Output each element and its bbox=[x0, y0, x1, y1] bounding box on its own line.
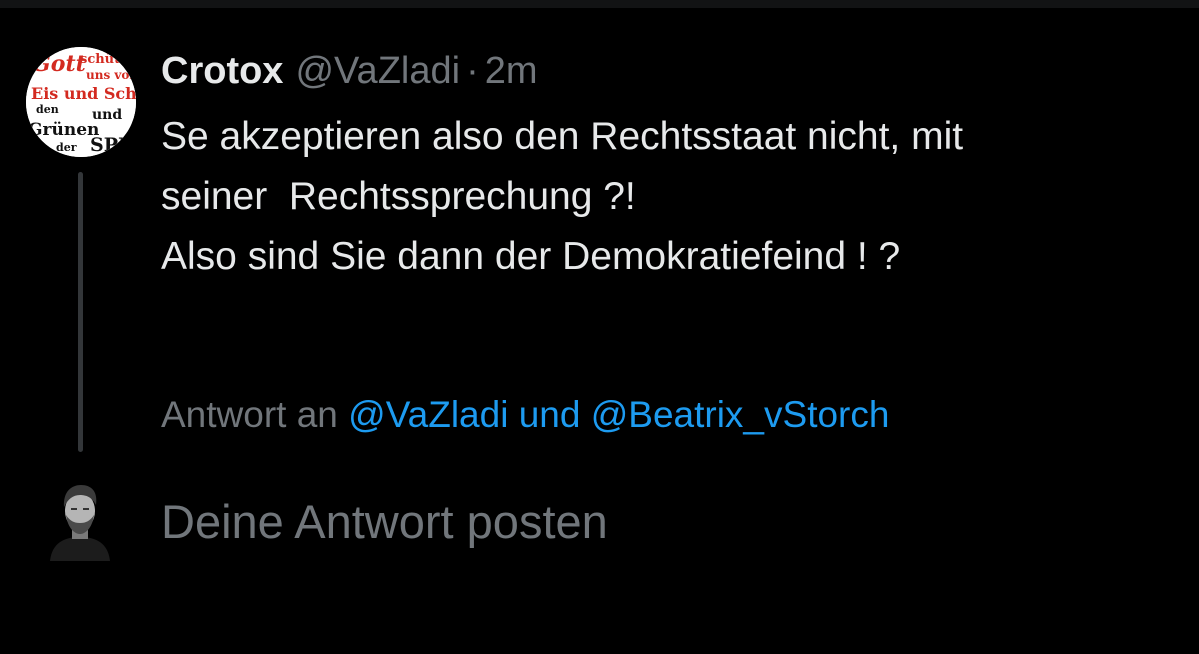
reply-context: Antwort an @VaZladi und @Beatrix_vStorch bbox=[161, 390, 889, 440]
header-separator: · bbox=[466, 49, 479, 92]
user-avatar-photo-icon bbox=[48, 477, 112, 561]
thread-connector-line bbox=[78, 172, 83, 452]
svg-text:Gott: Gott bbox=[32, 51, 86, 77]
author-name[interactable]: Crotox bbox=[161, 50, 283, 93]
tweet-text-line: Se akzeptieren also den Rechtsstaat nich… bbox=[161, 115, 964, 158]
reply-context-prefix: Antwort an bbox=[161, 394, 338, 435]
tweet-text: Se akzeptieren also den Rechtsstaat nich… bbox=[161, 107, 1171, 287]
svg-text:SPD: SPD bbox=[90, 134, 135, 156]
author-avatar-image: Gott schütze uns vor Eis und Schnee. den… bbox=[26, 47, 136, 157]
composer-user-avatar[interactable] bbox=[48, 477, 112, 561]
svg-text:der: der bbox=[56, 141, 77, 154]
reply-composer-input[interactable]: Deine Antwort posten bbox=[161, 492, 1061, 552]
svg-text:schütze: schütze bbox=[80, 52, 136, 67]
svg-text:uns vor: uns vor bbox=[86, 68, 136, 82]
author-avatar[interactable]: Gott schütze uns vor Eis und Schnee. den… bbox=[26, 47, 136, 157]
author-handle[interactable]: @VaZladi bbox=[295, 50, 460, 93]
post-timestamp[interactable]: 2m bbox=[485, 50, 538, 93]
tweet-header: Crotox @VaZladi · 2m bbox=[161, 45, 538, 97]
top-edge-bar bbox=[0, 0, 1199, 8]
tweet-text-line: Also sind Sie dann der Demokratiefeind !… bbox=[161, 235, 901, 278]
tweet-text-line: seiner Rechtssprechung ?! bbox=[161, 175, 636, 218]
svg-text:Grünen: Grünen bbox=[28, 120, 99, 140]
svg-text:Eis und Schnee.: Eis und Schnee. bbox=[31, 84, 136, 103]
svg-text:den: den bbox=[36, 103, 59, 116]
reply-context-mentions-link[interactable]: @VaZladi und @Beatrix_vStorch bbox=[348, 394, 889, 435]
